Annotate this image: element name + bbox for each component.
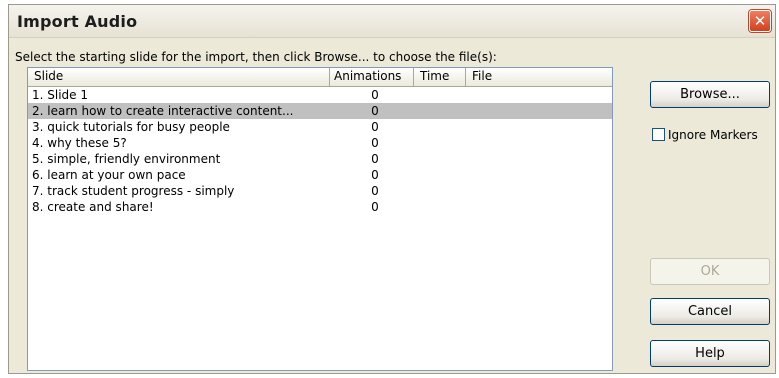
browse-button[interactable]: Browse... — [650, 81, 770, 108]
cell-time — [414, 167, 466, 183]
column-header-time[interactable]: Time — [414, 68, 466, 86]
list-item[interactable]: 8. create and share! 0 — [28, 199, 612, 215]
cell-slide: 1. Slide 1 — [32, 88, 88, 102]
list-item[interactable]: 3. quick tutorials for busy people 0 — [28, 119, 612, 135]
cell-file — [466, 151, 612, 167]
list-item[interactable]: 2. learn how to create interactive conte… — [28, 103, 612, 119]
cell-slide: 5. simple, friendly environment — [32, 152, 221, 166]
cell-time — [414, 151, 466, 167]
cell-file — [466, 135, 612, 151]
close-icon: ✕ — [753, 12, 767, 30]
cell-file — [466, 199, 612, 215]
ok-button[interactable]: OK — [650, 258, 770, 285]
list-item[interactable]: 4. why these 5? 0 — [28, 135, 612, 151]
cell-animations: 0 — [371, 152, 379, 166]
list-item[interactable]: 6. learn at your own pace 0 — [28, 167, 612, 183]
ignore-markers-option[interactable]: Ignore Markers — [652, 127, 758, 142]
slide-list[interactable]: Slide Animations Time File 1. Slide 1 0 2.… — [27, 67, 613, 371]
cell-time — [414, 87, 466, 103]
cell-slide: 8. create and share! — [32, 200, 154, 214]
cell-file — [466, 103, 612, 119]
cell-time — [414, 183, 466, 199]
cell-slide: 7. track student progress - simply — [32, 184, 235, 198]
cell-time — [414, 135, 466, 151]
cell-slide: 2. learn how to create interactive conte… — [32, 104, 294, 118]
list-header: Slide Animations Time File — [28, 68, 612, 87]
cell-slide: 4. why these 5? — [32, 136, 127, 150]
cell-time — [414, 119, 466, 135]
cell-file — [466, 119, 612, 135]
cell-time — [414, 199, 466, 215]
column-header-slide[interactable]: Slide — [28, 68, 330, 86]
help-button[interactable]: Help — [650, 340, 770, 367]
import-audio-dialog: Import Audio ✕ Select the starting slide… — [8, 4, 776, 374]
column-header-file[interactable]: File — [466, 68, 612, 86]
ignore-markers-label: Ignore Markers — [668, 127, 758, 142]
list-body: 1. Slide 1 0 2. learn how to create intera… — [28, 87, 612, 215]
list-item[interactable]: 5. simple, friendly environment 0 — [28, 151, 612, 167]
cell-slide: 3. quick tutorials for busy people — [32, 120, 230, 134]
cell-time — [414, 103, 466, 119]
cell-file — [466, 87, 612, 103]
ignore-markers-checkbox[interactable] — [652, 128, 665, 141]
cell-animations: 0 — [371, 120, 379, 134]
close-button[interactable]: ✕ — [749, 10, 771, 32]
list-item[interactable]: 7. track student progress - simply 0 — [28, 183, 612, 199]
cell-slide: 6. learn at your own pace — [32, 168, 186, 182]
column-header-animations[interactable]: Animations — [330, 68, 414, 86]
instruction-text: Select the starting slide for the import… — [15, 50, 497, 64]
dialog-title: Import Audio — [17, 12, 138, 31]
cell-file — [466, 183, 612, 199]
cell-animations: 0 — [371, 200, 379, 214]
cell-animations: 0 — [371, 104, 379, 118]
cancel-button[interactable]: Cancel — [650, 298, 770, 325]
title-bar: Import Audio ✕ — [9, 5, 775, 38]
list-item[interactable]: 1. Slide 1 0 — [28, 87, 612, 103]
cell-animations: 0 — [371, 136, 379, 150]
cell-file — [466, 167, 612, 183]
cell-animations: 0 — [371, 168, 379, 182]
cell-animations: 0 — [371, 184, 379, 198]
cell-animations: 0 — [371, 88, 379, 102]
